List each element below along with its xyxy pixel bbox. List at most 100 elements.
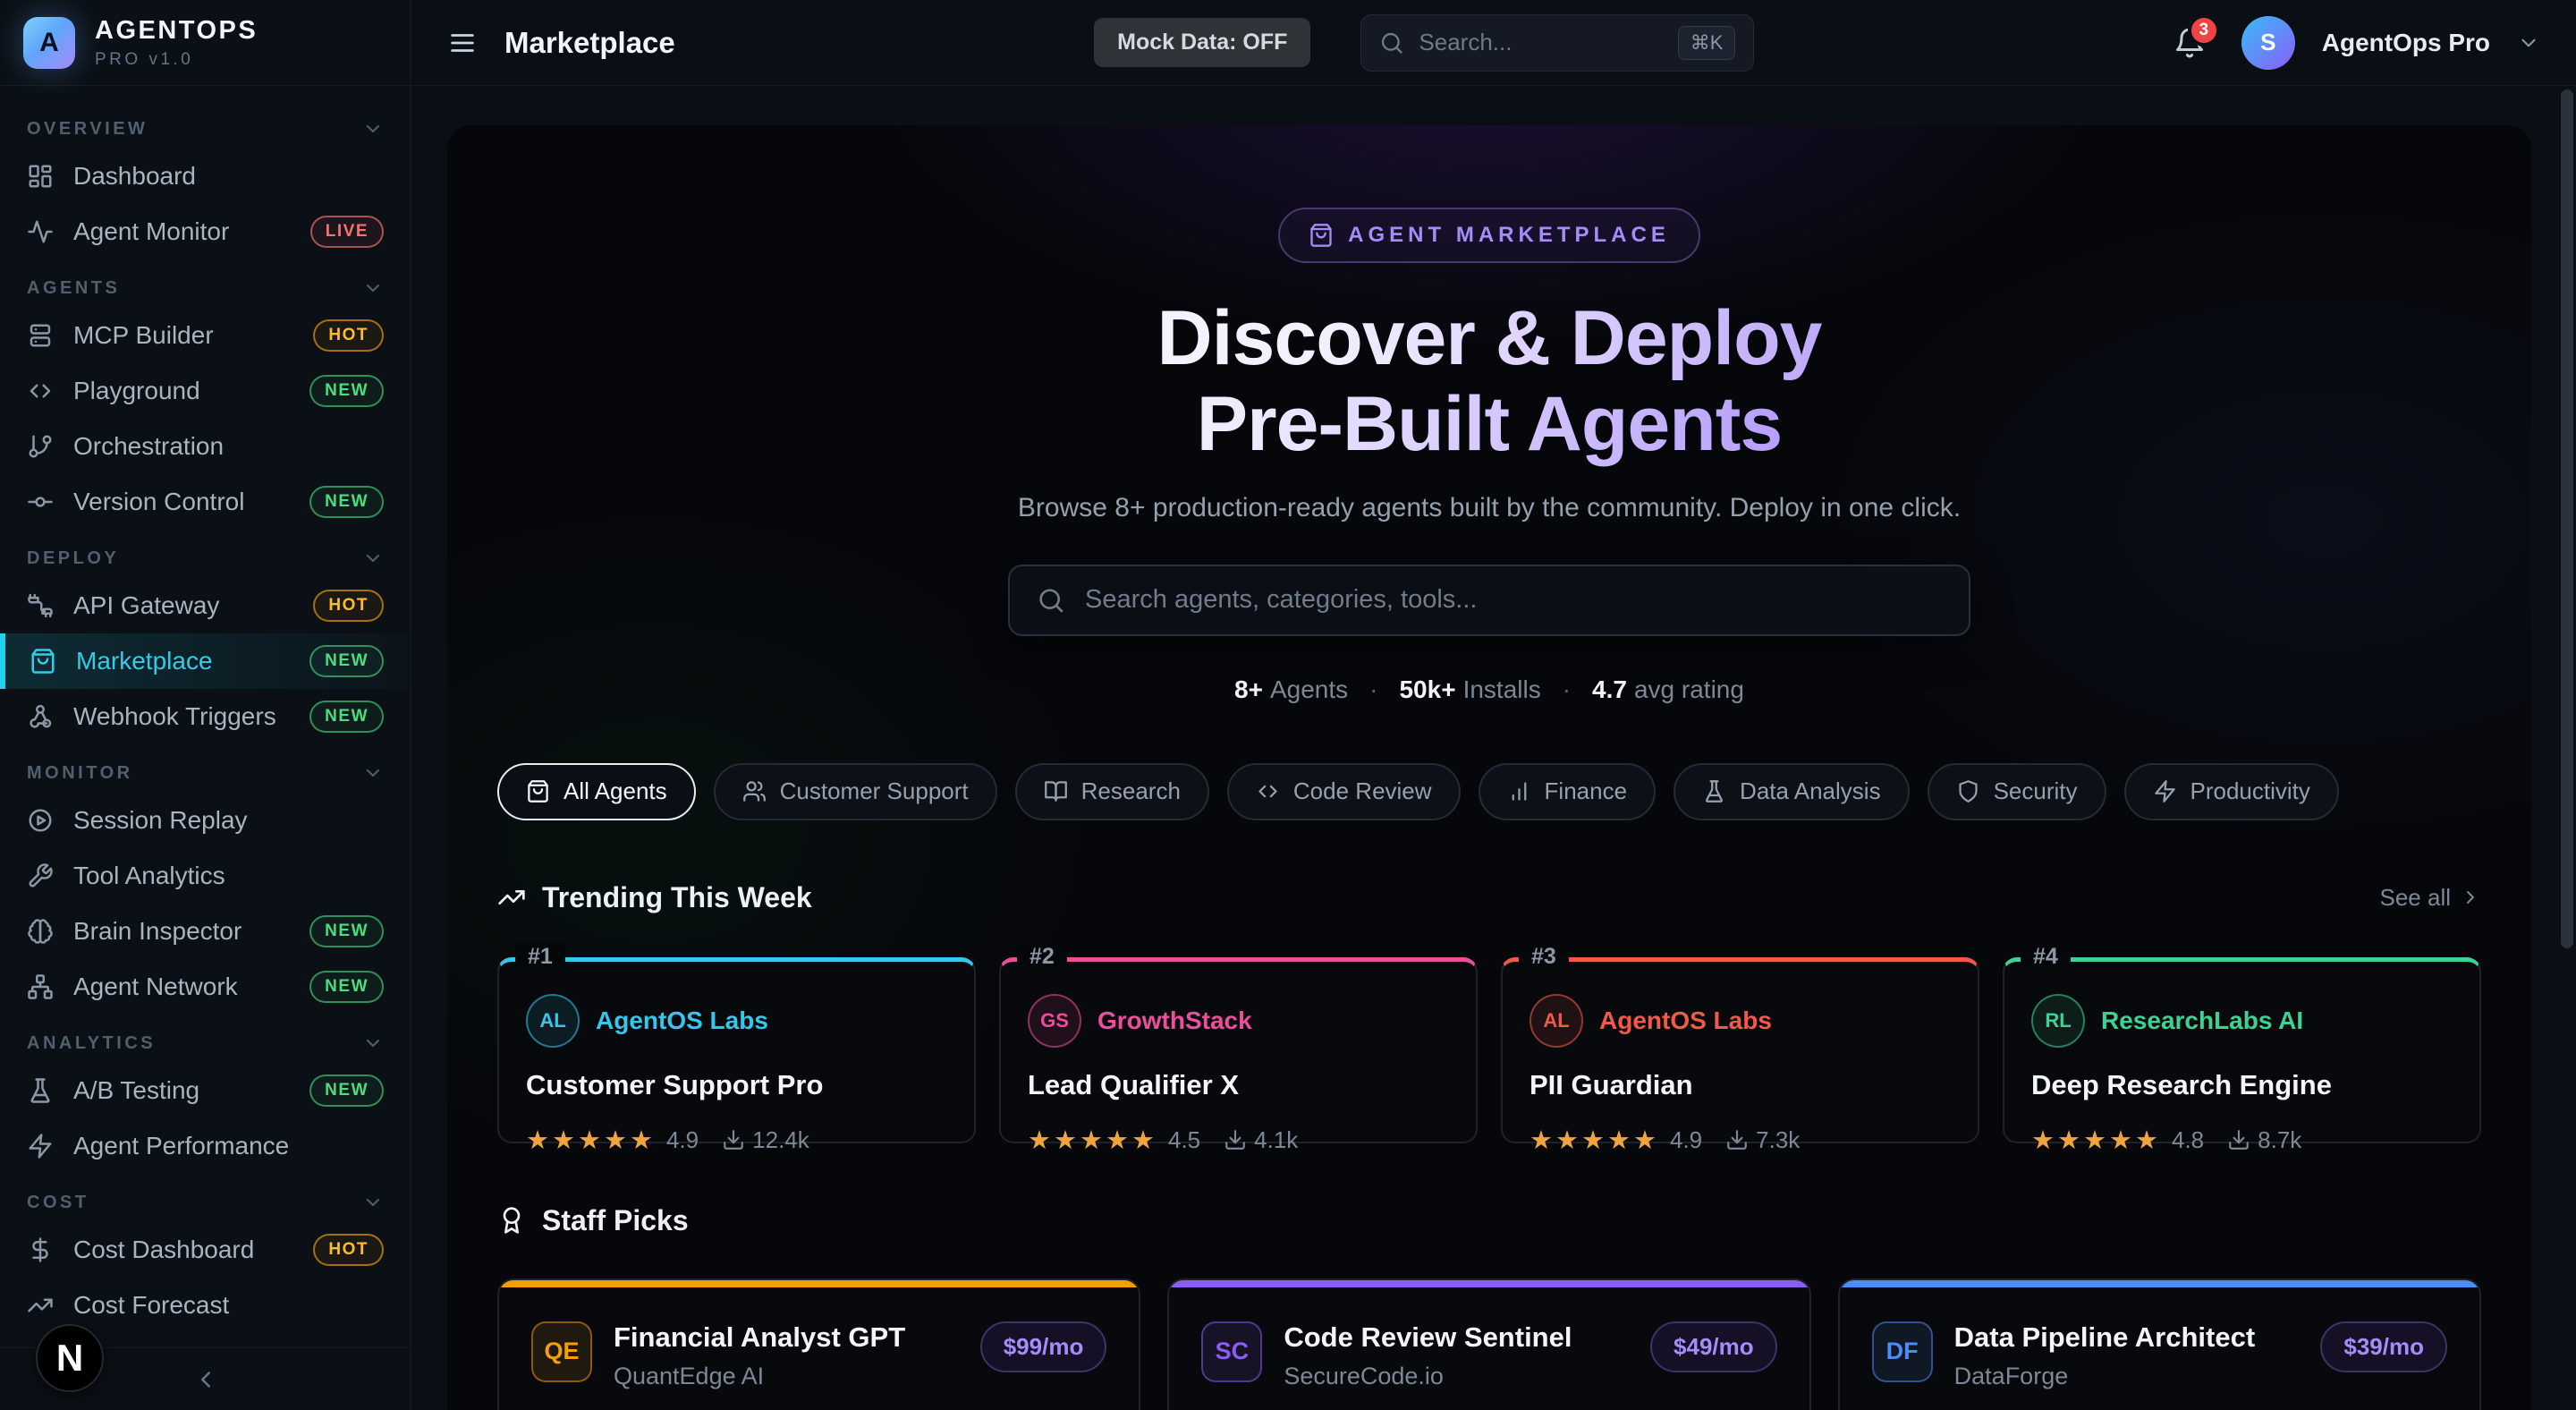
marketplace-search-input[interactable] <box>1085 585 1942 615</box>
vendor-avatar: GS <box>1028 994 1081 1048</box>
trending-card[interactable]: #4 RL ResearchLabs AI Deep Research Engi… <box>2003 957 2481 1143</box>
sidebar-item-brain-inspector[interactable]: Brain Inspector NEW <box>14 904 396 959</box>
chevron-down-icon[interactable] <box>2517 31 2540 55</box>
see-all-link[interactable]: See all <box>2380 884 2482 912</box>
stat-rating: 4.7avg rating <box>1592 675 1744 704</box>
hero-badge: AGENT MARKETPLACE <box>1278 208 1700 263</box>
book-icon <box>1044 779 1068 803</box>
marketplace-search[interactable] <box>1008 565 1970 636</box>
mock-data-toggle[interactable]: Mock Data: OFF <box>1094 18 1310 67</box>
notifications-button[interactable]: 3 <box>2174 27 2206 59</box>
filter-data-analysis[interactable]: Data Analysis <box>1674 763 1910 820</box>
vendor-name: AgentOS Labs <box>596 1007 768 1035</box>
new-badge: NEW <box>309 486 384 518</box>
sidebar-item-orchestration[interactable]: Orchestration <box>14 419 396 474</box>
flask-icon <box>27 1077 54 1104</box>
agent-name: Lead Qualifier X <box>1028 1069 1449 1101</box>
section-overview[interactable]: OVERVIEW <box>14 100 396 149</box>
sidebar-item-agent-performance[interactable]: Agent Performance <box>14 1118 396 1174</box>
staff-pick-card[interactable]: QE Financial Analyst GPT QuantEdge AI $9… <box>497 1278 1140 1410</box>
webhook-icon <box>27 703 54 730</box>
sidebar-item-version-control[interactable]: Version Control NEW <box>14 474 396 530</box>
sidebar-item-mcp-builder[interactable]: MCP Builder HOT <box>14 308 396 363</box>
star-rating: ★★★★★ <box>2031 1125 2161 1156</box>
price-badge: $99/mo <box>980 1321 1107 1372</box>
trending-card[interactable]: #3 AL AgentOS Labs PII Guardian ★★★★★ 4.… <box>1501 957 1979 1143</box>
trending-card[interactable]: #1 AL AgentOS Labs Customer Support Pro … <box>497 957 976 1143</box>
sidebar-item-marketplace[interactable]: Marketplace NEW <box>0 633 411 689</box>
sidebar-item-ab-testing[interactable]: A/B Testing NEW <box>14 1063 396 1118</box>
page-title: Marketplace <box>504 26 675 60</box>
agent-avatar: QE <box>531 1321 592 1382</box>
filter-all-agents[interactable]: All Agents <box>497 763 696 820</box>
filter-code-review[interactable]: Code Review <box>1227 763 1461 820</box>
installs: 7.3k <box>1725 1126 1800 1154</box>
section-monitor[interactable]: MONITOR <box>14 744 396 793</box>
filter-customer-support[interactable]: Customer Support <box>714 763 997 820</box>
header-search[interactable]: ⌘K <box>1360 14 1754 72</box>
rank-label: #1 <box>515 942 565 972</box>
filter-productivity[interactable]: Productivity <box>2124 763 2339 820</box>
hero: AGENT MARKETPLACE Discover & Deploy Pre-… <box>497 125 2481 704</box>
trending-card[interactable]: #2 GS GrowthStack Lead Qualifier X ★★★★★… <box>999 957 1478 1143</box>
shopping-bag-icon <box>526 779 550 803</box>
menu-icon[interactable] <box>447 28 478 58</box>
new-badge: NEW <box>309 701 384 733</box>
staff-picks-title: Staff Picks <box>542 1204 689 1237</box>
staff-picks-header: Staff Picks <box>497 1204 2481 1237</box>
sidebar-item-api-gateway[interactable]: API Gateway HOT <box>14 578 396 633</box>
filter-security[interactable]: Security <box>1928 763 2106 820</box>
vendor-avatar: AL <box>1530 994 1583 1048</box>
award-icon <box>497 1206 526 1235</box>
trending-header: Trending This Week See all <box>497 881 2481 914</box>
brand-logo: A <box>23 17 75 69</box>
sidebar: A AGENTOPS PRO v1.0 OVERVIEW Dashboard A… <box>0 0 411 1410</box>
page-scrollbar[interactable] <box>2561 89 2573 1410</box>
agent-name: Data Pipeline Architect <box>1954 1321 2256 1354</box>
wrench-icon <box>27 862 54 889</box>
vendor-name: AgentOS Labs <box>1599 1007 1772 1035</box>
star-rating: ★★★★★ <box>526 1125 656 1156</box>
activity-icon <box>27 218 54 245</box>
bar-chart-icon <box>1507 779 1531 803</box>
chevron-down-icon <box>362 1192 384 1213</box>
scrollbar-thumb[interactable] <box>2561 89 2573 948</box>
filter-finance[interactable]: Finance <box>1479 763 1657 820</box>
brand-version: PRO v1.0 <box>95 50 258 70</box>
sidebar-item-agent-network[interactable]: Agent Network NEW <box>14 959 396 1015</box>
stat-agents: 8+Agents <box>1234 675 1348 704</box>
installs: 4.1k <box>1224 1126 1298 1154</box>
hero-title-line1: Discover & Deploy <box>497 295 2481 381</box>
shortcut-badge: ⌘K <box>1678 26 1736 60</box>
sidebar-item-dashboard[interactable]: Dashboard <box>14 149 396 204</box>
header-search-input[interactable] <box>1419 29 1663 56</box>
section-agents[interactable]: AGENTS <box>14 259 396 308</box>
trending-up-icon <box>497 883 526 912</box>
sidebar-item-session-replay[interactable]: Session Replay <box>14 793 396 848</box>
star-rating: ★★★★★ <box>1530 1125 1659 1156</box>
accent-bar <box>1169 1280 1809 1287</box>
sidebar-item-playground[interactable]: Playground NEW <box>14 363 396 419</box>
cable-icon <box>27 592 54 619</box>
section-deploy[interactable]: DEPLOY <box>14 530 396 578</box>
sidebar-item-tool-analytics[interactable]: Tool Analytics <box>14 848 396 904</box>
staff-pick-card[interactable]: DF Data Pipeline Architect DataForge $39… <box>1838 1278 2481 1410</box>
user-avatar[interactable]: S <box>2241 16 2295 70</box>
rating-row: ★★★★★ 4.8 8.7k <box>2031 1125 2453 1156</box>
sidebar-item-cost-dashboard[interactable]: Cost Dashboard HOT <box>14 1222 396 1278</box>
filter-research[interactable]: Research <box>1015 763 1209 820</box>
section-cost[interactable]: COST <box>14 1174 396 1222</box>
marketplace-panel: AGENT MARKETPLACE Discover & Deploy Pre-… <box>447 125 2531 1410</box>
bolt-icon <box>2153 779 2177 803</box>
vendor-avatar: RL <box>2031 994 2085 1048</box>
staff-pick-card[interactable]: SC Code Review Sentinel SecureCode.io $4… <box>1167 1278 1810 1410</box>
rating-value: 4.5 <box>1168 1126 1200 1154</box>
top-bar: Marketplace Mock Data: OFF ⌘K 3 S AgentO… <box>411 0 2576 86</box>
sidebar-item-agent-monitor[interactable]: Agent Monitor LIVE <box>14 204 396 259</box>
section-analytics[interactable]: ANALYTICS <box>14 1015 396 1063</box>
chevron-down-icon <box>362 277 384 299</box>
git-branch-icon <box>27 433 54 460</box>
shield-icon <box>1956 779 1980 803</box>
nextjs-dev-badge[interactable]: N <box>36 1324 104 1392</box>
sidebar-item-webhook-triggers[interactable]: Webhook Triggers NEW <box>14 689 396 744</box>
